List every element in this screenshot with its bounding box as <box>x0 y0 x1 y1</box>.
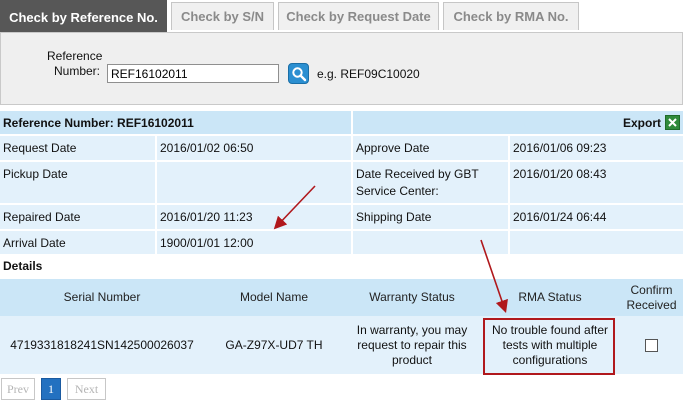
annotation-arrows <box>273 185 508 314</box>
arrow-rma-status <box>480 239 508 314</box>
arrow-arrival-date <box>273 185 316 230</box>
